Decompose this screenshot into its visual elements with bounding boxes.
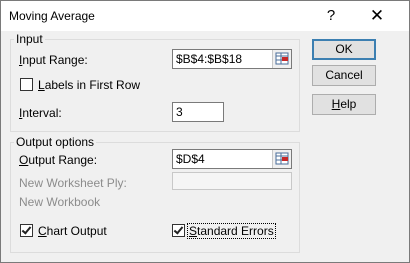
range-selector-icon[interactable] (272, 50, 291, 68)
new-workbook-label: New Workbook (19, 195, 101, 209)
interval-value: 3 (176, 105, 183, 119)
interval-field[interactable]: 3 (172, 102, 224, 122)
standard-errors-checkbox[interactable] (172, 224, 185, 237)
output-range-label: Output Range: (19, 153, 98, 167)
labels-label: Labels in First Row (38, 78, 141, 92)
output-range-value: $D$4 (176, 152, 205, 166)
input-range-value: $B$4:$B$18 (176, 52, 243, 66)
dialog-title: Moving Average (9, 9, 95, 23)
close-icon[interactable]: ✕ (367, 6, 387, 26)
input-group-label: Input (14, 32, 45, 46)
chart-output-checkbox[interactable] (20, 224, 33, 237)
interval-label: Interval: (19, 106, 62, 120)
new-worksheet-ply-field (172, 172, 292, 190)
title-bar: Moving Average ? ✕ (1, 1, 409, 31)
new-worksheet-ply-label: New Worksheet Ply: (19, 176, 127, 190)
cancel-button[interactable]: Cancel (312, 65, 376, 86)
moving-average-dialog: Moving Average ? ✕ Input Input Range: $B… (0, 0, 410, 263)
ok-button[interactable]: OK (312, 39, 376, 60)
input-range-label: Input Range: (19, 53, 88, 67)
output-group-label: Output options (14, 135, 97, 149)
chart-output-label: Chart Output (38, 224, 107, 238)
standard-errors-label: Standard Errors (187, 223, 276, 239)
help-icon[interactable]: ? (323, 6, 339, 26)
range-selector-icon[interactable] (272, 150, 291, 168)
labels-checkbox[interactable] (20, 78, 33, 91)
help-button[interactable]: Help (312, 94, 376, 115)
